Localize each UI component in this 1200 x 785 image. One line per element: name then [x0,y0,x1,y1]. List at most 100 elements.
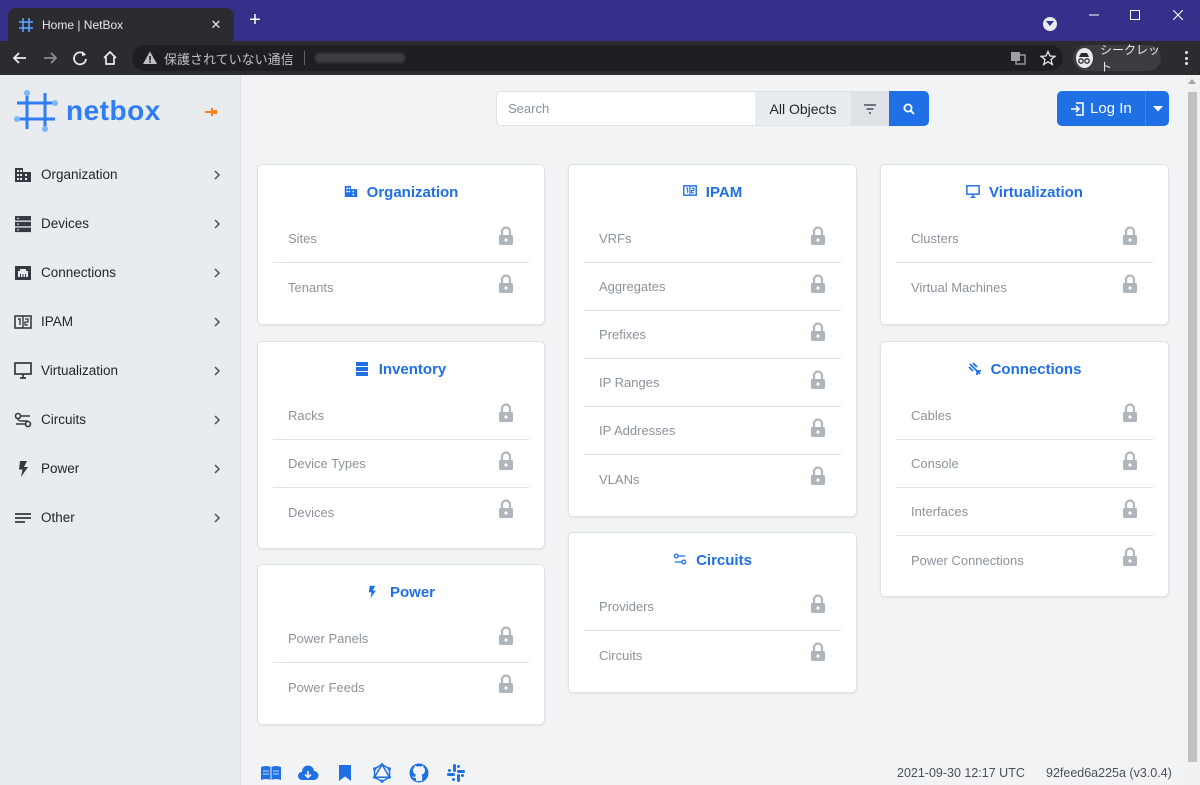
lock-icon [810,369,826,390]
reload-icon[interactable] [68,46,92,70]
row-label: Aggregates [599,279,666,294]
cloud-download-icon[interactable] [297,763,319,783]
list-item[interactable]: Power Connections [896,536,1153,584]
list-item[interactable]: Racks [273,392,529,440]
main-content: All Objects Log In Organization Sites [242,75,1185,785]
sidebar-item-devices[interactable]: Devices [0,199,240,248]
filter-button[interactable] [851,91,889,126]
lock-icon [810,321,826,342]
list-item[interactable]: Circuits [584,631,841,679]
search-input[interactable] [496,91,755,126]
browser-tab[interactable]: Home | NetBox ✕ [8,8,234,41]
list-item[interactable]: Devices [273,488,529,536]
row-label: Power Connections [911,552,1024,568]
list-item[interactable]: Sites [273,215,529,263]
tab-close-icon[interactable]: ✕ [208,17,224,33]
scroll-up-arrow-icon[interactable] [1188,79,1196,84]
row-label: VLANs [599,471,640,487]
pin-sidebar-icon[interactable] [205,107,217,117]
browser-toolbar: 保護されていない通信 シークレット [0,41,1200,75]
lock-icon [498,625,514,646]
sidebar-item-ipam[interactable]: IPAM [0,297,240,346]
row-label: Console [911,456,959,471]
row-label: Prefixes [599,327,646,342]
forward-arrow-icon[interactable] [38,46,62,70]
row-label: IP Ranges [599,375,660,390]
address-bar[interactable]: 保護されていない通信 [132,45,1063,71]
list-item[interactable]: VLANs [584,455,841,503]
list-item[interactable]: VRFs [584,215,841,263]
sidebar-item-label: Devices [41,216,90,231]
row-label: Devices [288,504,335,520]
card-title: Connections [990,360,1082,378]
security-status-text: 保護されていない通信 [164,51,294,67]
login-main[interactable]: Log In [1057,91,1145,126]
list-item[interactable]: IP Addresses [584,407,841,455]
bookmark-star-icon[interactable] [1040,50,1056,66]
list-item[interactable]: Aggregates [584,263,841,311]
card-header: Virtualization [881,165,1168,215]
sidebar-item-organization[interactable]: Organization [0,150,240,199]
login-button[interactable]: Log In [1057,91,1169,126]
list-item[interactable]: Tenants [273,263,529,311]
back-arrow-icon[interactable] [8,46,32,70]
login-icon [1070,101,1084,116]
close-window-icon[interactable] [1156,0,1200,30]
minimize-icon[interactable] [1072,0,1116,30]
card-title: Power [389,583,435,601]
warning-icon [142,50,158,66]
list-item[interactable]: Virtual Machines [896,263,1153,311]
book-icon[interactable] [260,763,282,783]
tab-search-icon[interactable] [1043,17,1057,31]
slack-icon[interactable] [445,763,467,783]
monitor-icon [966,185,980,199]
home-icon[interactable] [98,46,122,70]
list-item[interactable]: Prefixes [584,311,841,359]
sidebar-item-label: Connections [41,265,117,280]
url-text-blurred [314,53,405,63]
notes-icon [14,509,32,527]
lock-icon [498,450,514,471]
graphql-icon[interactable] [371,763,393,783]
card-list: Cables Console Interfaces Power Connecti… [881,392,1168,584]
translate-icon[interactable] [1010,50,1026,66]
list-item[interactable]: Console [896,440,1153,488]
incognito-badge[interactable]: シークレット [1073,43,1161,74]
page-scrollbar[interactable] [1185,75,1200,785]
sidebar-item-virtualization[interactable]: Virtualization [0,346,240,395]
browser-menu-icon[interactable] [1178,50,1194,66]
bookmark-icon[interactable] [334,763,356,783]
list-item[interactable]: IP Ranges [584,359,841,407]
flash-icon [14,460,32,478]
new-tab-button[interactable]: + [246,10,264,30]
lock-icon [1122,547,1138,567]
login-label: Log In [1090,100,1132,117]
list-item[interactable]: Interfaces [896,488,1153,536]
row-label: Power Panels [288,631,369,646]
card-header: IPAM [569,165,856,215]
list-item[interactable]: Providers [584,583,841,631]
list-item[interactable]: Cables [896,392,1153,440]
lock-icon [498,499,514,519]
row-label: Circuits [599,647,643,663]
scroll-thumb[interactable] [1188,92,1197,762]
search-button[interactable] [889,91,929,126]
netbox-logo-icon [14,90,58,132]
list-item[interactable]: Clusters [896,215,1153,263]
sidebar-item-power[interactable]: Power [0,444,240,493]
object-type-select[interactable]: All Objects [755,91,851,126]
sidebar-item-circuits[interactable]: Circuits [0,395,240,444]
transit-connection-icon [14,411,32,429]
list-item[interactable]: Power Panels [273,615,529,663]
netbox-logo[interactable]: netbox [14,89,161,133]
github-icon[interactable] [408,763,430,783]
maximize-icon[interactable] [1113,0,1157,30]
sidebar-item-other[interactable]: Other [0,493,240,542]
list-item[interactable]: Device Types [273,440,529,488]
login-dropdown-toggle[interactable] [1145,91,1169,126]
list-item[interactable]: Power Feeds [273,663,529,711]
domain-icon [14,166,32,184]
row-label: Device Types [288,456,366,471]
sidebar-item-connections[interactable]: Connections [0,248,240,297]
row-label: VRFs [599,231,632,246]
